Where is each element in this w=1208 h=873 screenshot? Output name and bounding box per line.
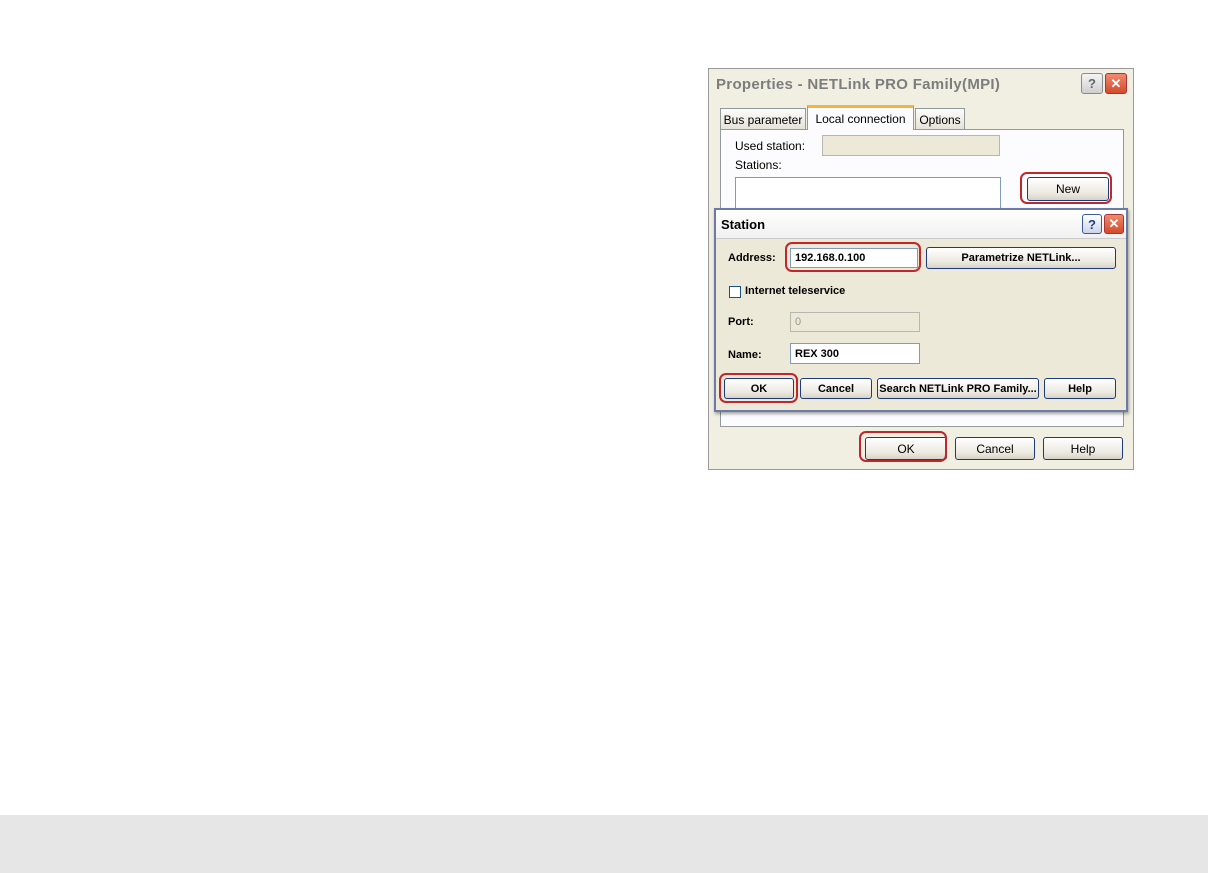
- station-ok-button[interactable]: OK: [724, 378, 794, 399]
- properties-cancel-button[interactable]: Cancel: [955, 437, 1035, 460]
- port-field: 0: [790, 312, 920, 332]
- tab-local-connection[interactable]: Local connection: [807, 105, 914, 130]
- station-help-button[interactable]: Help: [1044, 378, 1116, 399]
- parametrize-netlink-button[interactable]: Parametrize NETLink...: [926, 247, 1116, 269]
- address-label: Address:: [728, 252, 776, 264]
- properties-help-button[interactable]: Help: [1043, 437, 1123, 460]
- station-dialog: Station ? ✕ Address: 192.168.0.100 Param…: [714, 208, 1128, 412]
- used-station-label: Used station:: [735, 139, 806, 153]
- station-close-icon[interactable]: ✕: [1104, 214, 1124, 234]
- tab-bus-parameter[interactable]: Bus parameter: [720, 108, 806, 130]
- tab-options[interactable]: Options: [915, 108, 965, 130]
- name-label: Name:: [728, 349, 762, 361]
- station-help-icon[interactable]: ?: [1082, 214, 1102, 234]
- station-title: Station: [721, 217, 766, 232]
- properties-ok-button[interactable]: OK: [865, 437, 947, 460]
- properties-titlebar: Properties - NETLink PRO Family(MPI) ? ✕: [709, 69, 1133, 99]
- station-cancel-button[interactable]: Cancel: [800, 378, 872, 399]
- port-label: Port:: [728, 316, 754, 328]
- used-station-field: [822, 135, 1000, 156]
- search-netlink-button[interactable]: Search NETLink PRO Family...: [877, 378, 1039, 399]
- footer-band: [0, 815, 1208, 873]
- new-button[interactable]: New: [1027, 177, 1109, 201]
- internet-teleservice-label: Internet teleservice: [745, 285, 846, 297]
- properties-help-icon[interactable]: ?: [1081, 73, 1103, 94]
- name-field[interactable]: REX 300: [790, 343, 920, 364]
- station-titlebar: Station ? ✕: [716, 210, 1126, 239]
- internet-teleservice-checkbox[interactable]: [729, 286, 741, 298]
- properties-close-icon[interactable]: ✕: [1105, 73, 1127, 94]
- properties-title: Properties - NETLink PRO Family(MPI): [716, 76, 1001, 93]
- address-field[interactable]: 192.168.0.100: [790, 248, 918, 268]
- stations-label: Stations:: [735, 158, 782, 172]
